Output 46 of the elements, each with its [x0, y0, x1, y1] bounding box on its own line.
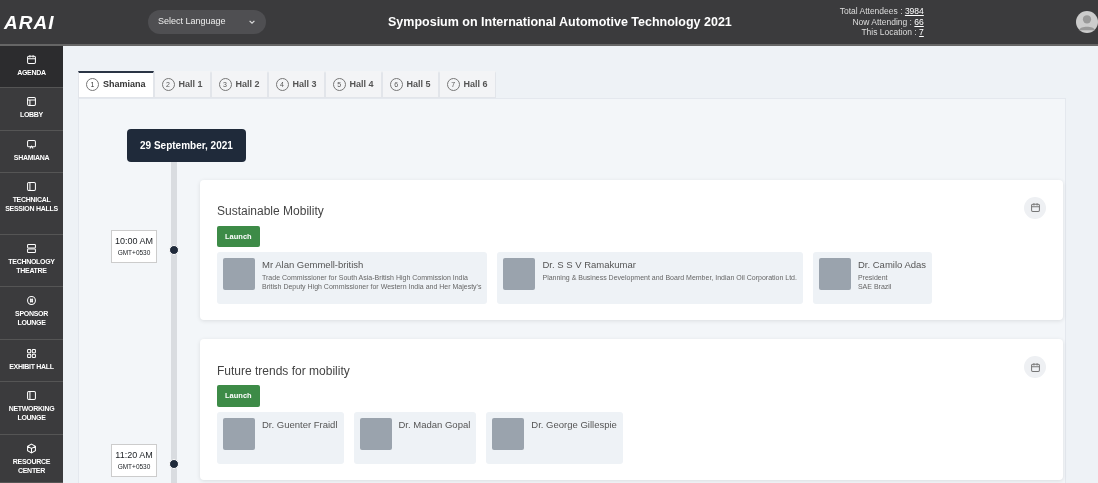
photo-placeholder — [503, 258, 536, 291]
speaker-card[interactable]: Dr. Guenter Fraidl — [217, 412, 344, 464]
session-time: 10:00 AM — [114, 234, 154, 248]
cube-icon — [26, 443, 37, 454]
session-time: 11:20 AM — [114, 448, 154, 462]
language-select[interactable]: Select Language — [148, 10, 266, 34]
photo-placeholder — [818, 258, 851, 291]
calendar-icon — [26, 54, 37, 65]
chevron-down-icon — [248, 18, 256, 26]
stat-value[interactable]: 66 — [914, 16, 924, 27]
speaker-card[interactable]: Dr. Madan Gopal — [353, 412, 477, 464]
speaker-card[interactable]: Dr. George Gillespie — [486, 412, 623, 464]
layout-icon — [26, 96, 37, 107]
speaker-name: Dr. S S V Ramakumar — [542, 258, 637, 273]
server-icon — [26, 243, 37, 254]
badge-icon — [26, 295, 37, 306]
photo-placeholder — [359, 418, 392, 450]
stat-label: This Location : — [861, 27, 917, 38]
session-title: Future trends for mobility — [217, 362, 350, 380]
speaker-name: Mr Alan Gemmell-british — [262, 258, 365, 273]
date-label: 29 September, 2021 — [127, 128, 246, 162]
stat-value[interactable]: 3984 — [904, 6, 924, 17]
photo-placeholder — [223, 258, 255, 291]
panel-icon — [26, 181, 37, 192]
photo-placeholder — [223, 418, 255, 450]
calendar-icon — [1029, 202, 1041, 213]
calendar-button[interactable] — [1024, 356, 1046, 379]
stat-value[interactable]: 7 — [919, 27, 924, 38]
stat-label: Total Attendees : — [839, 6, 903, 17]
speaker-name: Dr. George Gillespie — [531, 418, 617, 432]
grid-icon — [26, 348, 37, 359]
speaker-name: Dr. Camilo Adas — [857, 258, 927, 273]
logo: ARAI — [4, 12, 56, 32]
stat-label: Now Attending : — [852, 16, 912, 27]
calendar-icon — [1029, 361, 1041, 373]
avatar-icon[interactable] — [1076, 10, 1098, 34]
panel-icon — [26, 390, 37, 401]
speaker-name: Dr. Guenter Fraidl — [262, 418, 338, 432]
timeline-dot — [169, 244, 179, 255]
photo-placeholder — [492, 418, 525, 450]
timeline-dot — [169, 458, 179, 469]
session-title: Sustainable Mobility — [217, 203, 324, 220]
speaker-name: Dr. Madan Gopal — [398, 418, 471, 432]
screen-icon — [26, 139, 37, 150]
event-title: Symposium on International Automotive Technology 2021 — [388, 13, 732, 31]
calendar-button[interactable] — [1024, 196, 1046, 219]
